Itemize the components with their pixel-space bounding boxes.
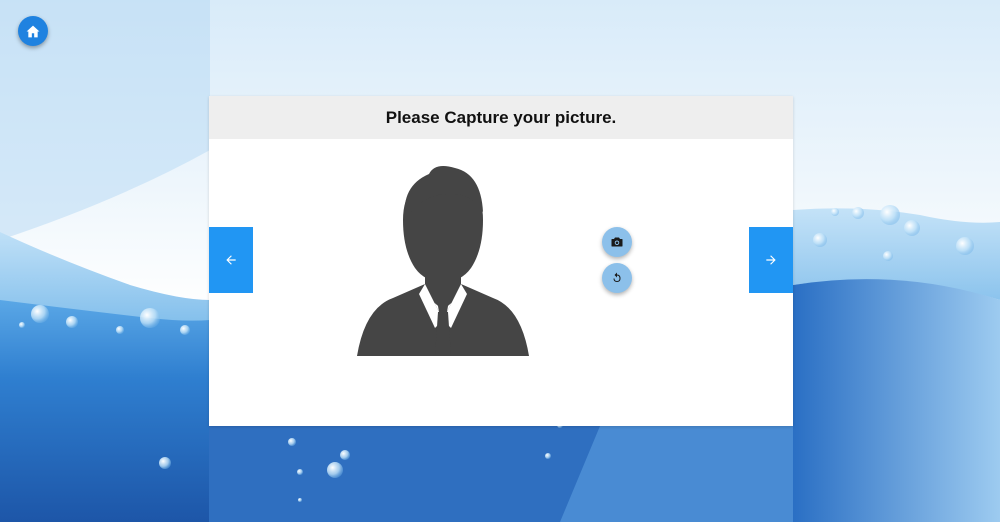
capture-button[interactable] [602, 227, 632, 257]
previous-button[interactable] [209, 227, 253, 293]
card-header: Please Capture your picture. [209, 96, 793, 139]
arrow-left-icon [226, 255, 236, 265]
arrow-right-icon [766, 255, 776, 265]
next-button[interactable] [749, 227, 793, 293]
app-stage: Please Capture your picture. [0, 0, 1000, 522]
capture-card: Please Capture your picture. [209, 96, 793, 426]
retake-button[interactable] [602, 263, 632, 293]
page-title: Please Capture your picture. [385, 107, 617, 127]
person-silhouette-icon [357, 166, 529, 356]
home-icon [26, 25, 40, 37]
refresh-icon [613, 272, 621, 282]
home-button[interactable] [18, 16, 48, 46]
camera-icon [611, 237, 623, 247]
